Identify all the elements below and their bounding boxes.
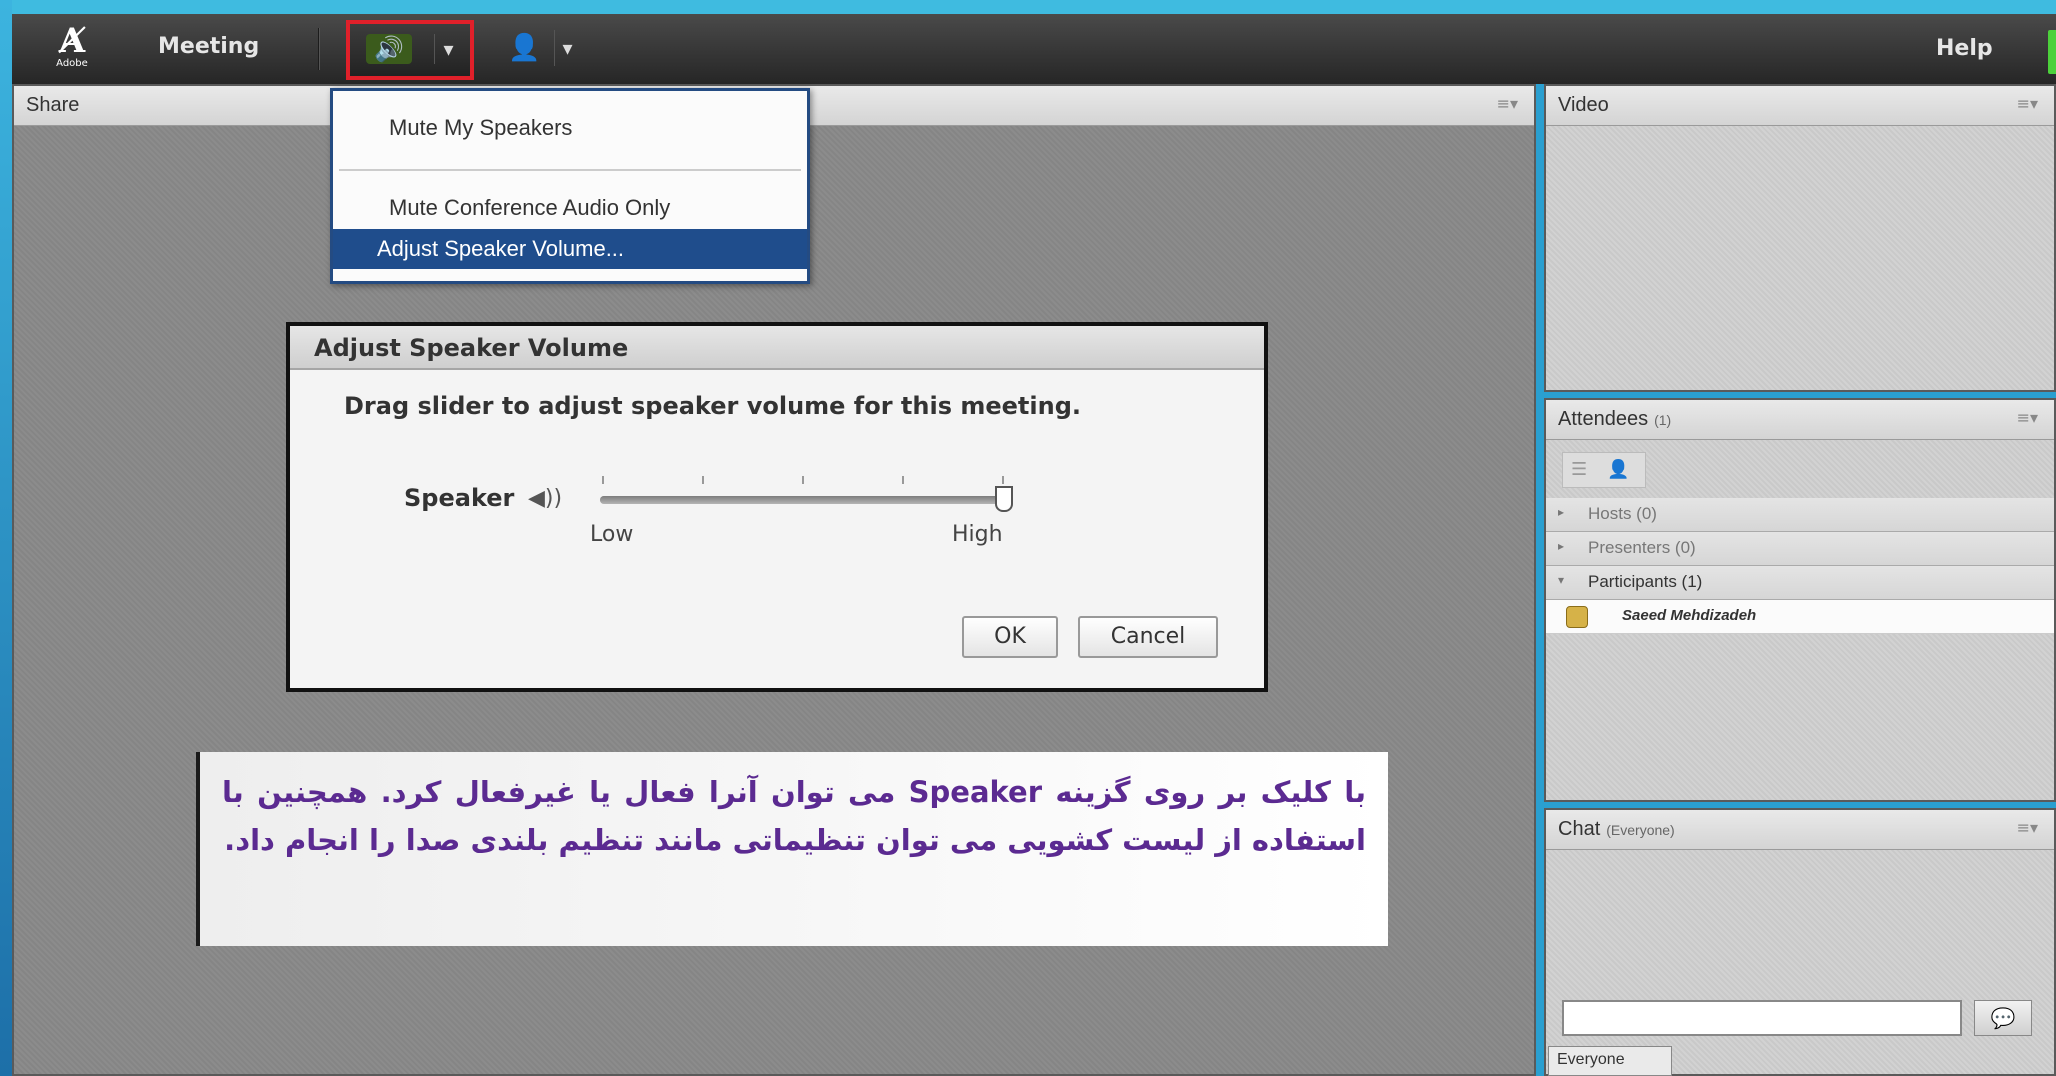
annotation-callout: با کلیک بر روی گزینه Speaker می توان آنر…	[196, 752, 1388, 946]
slider-tick	[702, 476, 704, 484]
slider-tick	[902, 476, 904, 484]
chat-send-button[interactable]: 💬	[1974, 1000, 2032, 1036]
slider-high-label: High	[952, 522, 1003, 547]
menu-divider	[339, 169, 801, 171]
chevron-down-icon[interactable]: ▾	[554, 30, 580, 66]
ok-button[interactable]: OK	[962, 616, 1058, 658]
menu-item-mute-conference[interactable]: Mute Conference Audio Only	[333, 195, 807, 221]
speaker-dropdown-menu: Mute My Speakers Mute Conference Audio O…	[330, 88, 810, 284]
slider-tick	[1002, 476, 1004, 484]
adjust-volume-dialog: Adjust Speaker Volume Drag slider to adj…	[286, 322, 1268, 692]
attendees-pod-title: Attendees (1)	[1558, 408, 1671, 431]
volume-slider-fill	[600, 496, 1004, 504]
attendee-name: Saeed Mehdizadeh	[1622, 607, 1757, 624]
share-pod-title: Share	[26, 94, 80, 116]
dialog-title: Adjust Speaker Volume	[290, 326, 1264, 370]
camera-button[interactable]: 👤 ▾	[498, 30, 588, 66]
collapsed-arrow-icon: ▸	[1558, 539, 1565, 553]
presenters-group[interactable]: ▸ Presenters (0)	[1546, 532, 2054, 566]
speaker-volume-icon: ◀))	[528, 486, 563, 511]
volume-slider[interactable]	[600, 496, 1004, 504]
chat-tab-everyone[interactable]: Everyone	[1548, 1046, 1672, 1076]
connection-status-icon	[2048, 30, 2056, 74]
webcam-icon[interactable]: 👤	[508, 30, 540, 66]
menu-item-mute-speakers[interactable]: Mute My Speakers	[333, 115, 807, 141]
collapsed-arrow-icon: ▸	[1558, 505, 1565, 519]
menu-separator	[318, 28, 320, 70]
meeting-menu[interactable]: Meeting	[158, 34, 259, 59]
attendees-pod: Attendees (1) ≡▾ ☰ 👤 ▸ Hosts (0) ▸ Presen…	[1544, 398, 2056, 802]
speaker-label: Speaker	[404, 484, 515, 512]
adobe-logo-icon: Ⱥ	[58, 21, 86, 61]
speaker-button[interactable]: 🔊 ▾	[346, 20, 474, 80]
attendees-view-toggle[interactable]: ☰ 👤	[1562, 452, 1646, 488]
menu-item-adjust-volume[interactable]: Adjust Speaker Volume...	[333, 229, 807, 269]
chevron-down-icon[interactable]: ▾	[434, 34, 462, 64]
expanded-arrow-icon: ▾	[1558, 573, 1565, 587]
menu-bar: Ⱥ Adobe Meeting 🔊 ▾ 👤 ▾ Help	[12, 14, 2056, 84]
participants-group-label: Participants (1)	[1588, 572, 1703, 591]
adobe-logo-text: Adobe	[56, 58, 88, 69]
pod-options-icon[interactable]: ≡▾	[2017, 94, 2038, 113]
pod-options-icon[interactable]: ≡▾	[2017, 818, 2038, 837]
slider-tick	[602, 476, 604, 484]
adobe-logo: Ⱥ Adobe	[48, 24, 96, 72]
volume-slider-thumb[interactable]	[995, 486, 1013, 512]
attendees-pod-header: Attendees (1) ≡▾	[1546, 400, 2054, 440]
attendees-title-text: Attendees	[1558, 408, 1649, 430]
pod-options-icon[interactable]: ≡▾	[1497, 94, 1518, 113]
chat-pod-header: Chat (Everyone) ≡▾	[1546, 810, 2054, 850]
video-pod: Video ≡▾	[1544, 84, 2056, 392]
list-view-icon[interactable]: ☰	[1571, 459, 1587, 480]
dialog-message: Drag slider to adjust speaker volume for…	[344, 392, 1081, 420]
status-view-icon[interactable]: 👤	[1607, 459, 1629, 480]
cancel-button[interactable]: Cancel	[1078, 616, 1218, 658]
speaker-icon[interactable]: 🔊	[366, 34, 412, 64]
hosts-group-label: Hosts (0)	[1588, 504, 1657, 523]
chat-scope: (Everyone)	[1606, 822, 1675, 838]
participants-group[interactable]: ▾ Participants (1)	[1546, 566, 2054, 600]
pod-options-icon[interactable]: ≡▾	[2017, 408, 2038, 427]
attendees-count: (1)	[1654, 412, 1672, 428]
presenters-group-label: Presenters (0)	[1588, 538, 1696, 557]
participant-role-icon	[1566, 606, 1588, 628]
chat-message-input[interactable]	[1562, 1000, 1962, 1036]
speech-bubble-icon: 💬	[1990, 1006, 2016, 1030]
chat-pod-title: Chat (Everyone)	[1558, 818, 1675, 841]
chat-title-text: Chat	[1558, 818, 1601, 840]
attendee-row[interactable]: Saeed Mehdizadeh	[1546, 600, 2054, 634]
help-menu[interactable]: Help	[1936, 36, 1993, 61]
hosts-group[interactable]: ▸ Hosts (0)	[1546, 498, 2054, 532]
outer-frame-top	[0, 0, 2056, 14]
slider-low-label: Low	[590, 522, 634, 547]
video-pod-title: Video	[1558, 94, 1609, 116]
video-pod-header: Video ≡▾	[1546, 86, 2054, 126]
chat-pod: Chat (Everyone) ≡▾ 💬 Everyone	[1544, 808, 2056, 1076]
slider-tick	[802, 476, 804, 484]
outer-frame-left	[0, 0, 12, 1076]
